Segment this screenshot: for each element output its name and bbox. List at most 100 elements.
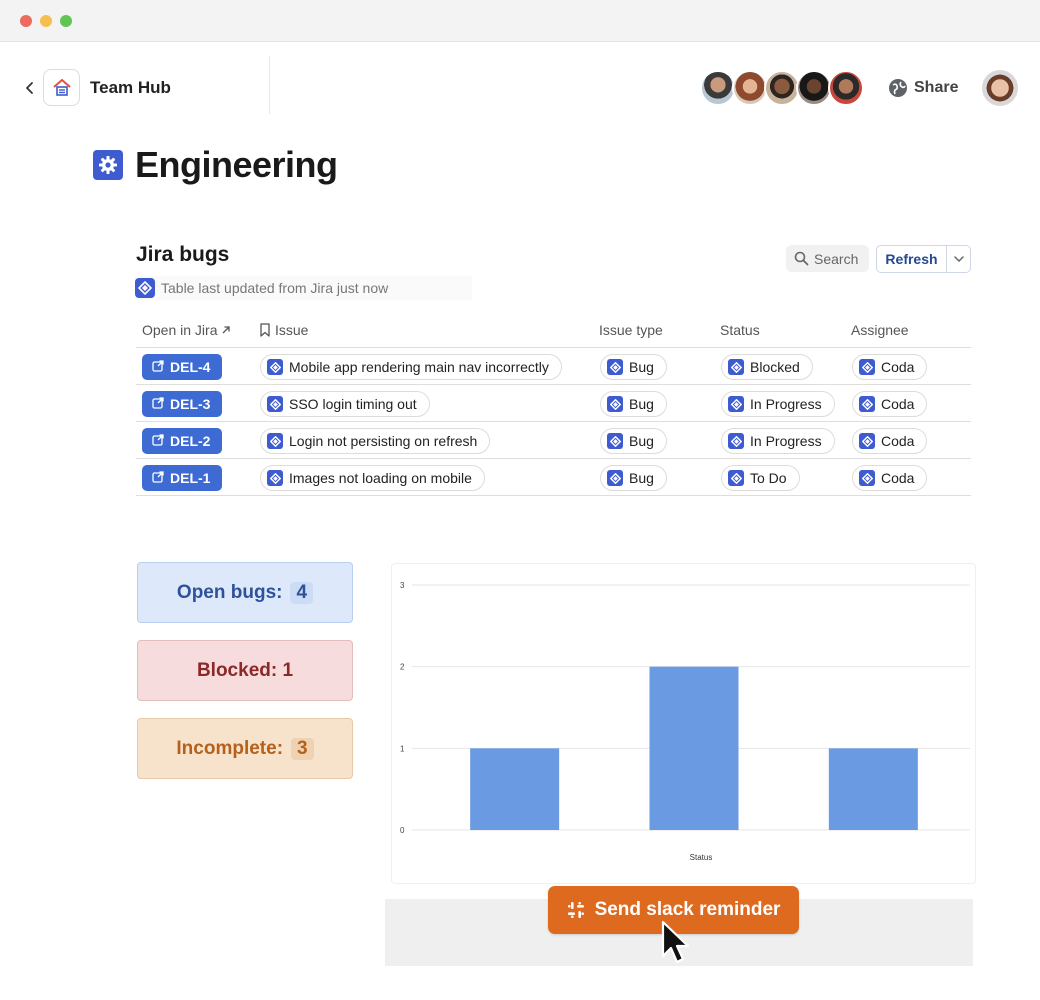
gear-icon[interactable] <box>93 150 123 180</box>
slack-icon <box>567 902 584 918</box>
status-pill[interactable]: In Progress <box>721 428 835 454</box>
incomplete-count: 3 <box>291 737 314 760</box>
issue-key-button[interactable]: DEL-2 <box>142 428 223 454</box>
table-row[interactable]: DEL-1 Images not loading on mobile Bug To D… <box>136 459 971 496</box>
issue-pill[interactable]: SSO login timing out <box>260 391 430 417</box>
jira-icon <box>607 470 623 486</box>
table-row[interactable]: DEL-2 Login not persisting on refresh Bug I… <box>136 422 971 459</box>
assignee-pill[interactable]: Coda <box>852 465 928 491</box>
issue-type-pill[interactable]: Bug <box>600 428 667 454</box>
issue-key-button[interactable]: DEL-3 <box>142 391 223 417</box>
status-pill[interactable]: To Do <box>721 465 800 491</box>
external-link-icon <box>152 359 164 375</box>
table-row[interactable]: DEL-4 Mobile app rendering main nav incor… <box>136 348 971 385</box>
issue-pill[interactable]: Mobile app rendering main nav incorrectl… <box>260 354 562 380</box>
refresh-button-group[interactable]: Refresh <box>876 245 971 273</box>
issue-type-pill-label: Bug <box>629 470 654 486</box>
doc-logo-icon[interactable] <box>43 69 80 106</box>
assignee-pill-label: Coda <box>881 396 915 412</box>
jira-icon <box>607 359 623 375</box>
assignee-pill-label: Coda <box>881 470 915 486</box>
assignee-pill-label: Coda <box>881 359 915 375</box>
maximize-window-button[interactable] <box>60 15 72 27</box>
jira-icon <box>607 433 623 449</box>
column-label: Issue <box>275 322 309 338</box>
y-tick-label: 0 <box>400 826 405 835</box>
column-header-assignee[interactable]: Assignee <box>851 322 909 338</box>
table-header: Open in Jira Issue Issue type Status Ass… <box>136 314 971 348</box>
issue-key-button[interactable]: DEL-1 <box>142 465 223 491</box>
bookmark-icon <box>260 323 270 337</box>
issue-key-button[interactable]: DEL-4 <box>142 354 223 380</box>
chevron-down-icon[interactable] <box>947 246 970 272</box>
jira-icon <box>859 396 875 412</box>
jira-icon <box>859 433 875 449</box>
jira-icon <box>728 433 744 449</box>
external-link-icon <box>152 470 164 486</box>
column-header-issue[interactable]: Issue <box>259 322 308 338</box>
column-label: Assignee <box>851 322 909 338</box>
external-link-icon <box>152 396 164 412</box>
issue-type-pill[interactable]: Bug <box>600 465 667 491</box>
avatar[interactable] <box>796 70 832 106</box>
search-button[interactable]: Search <box>786 245 869 272</box>
incomplete-label: Incomplete: <box>176 737 284 759</box>
column-label: Open in Jira <box>142 322 218 338</box>
issue-pill[interactable]: Login not persisting on refresh <box>260 428 491 454</box>
assignee-pill[interactable]: Coda <box>852 391 928 417</box>
column-label: Status <box>720 322 760 338</box>
y-tick-label: 2 <box>400 663 405 672</box>
issue-pill-label: Login not persisting on refresh <box>289 433 478 449</box>
issue-pill-label: Images not loading on mobile <box>289 470 472 486</box>
issue-type-pill[interactable]: Bug <box>600 391 667 417</box>
column-header-open-in-jira[interactable]: Open in Jira <box>142 322 231 338</box>
status-pill-label: To Do <box>750 470 787 486</box>
x-axis-label: Status <box>690 853 713 862</box>
blocked-label: Blocked: 1 <box>196 659 294 681</box>
page-title[interactable]: Engineering <box>135 144 338 186</box>
chart-bar[interactable] <box>828 748 918 830</box>
avatar[interactable] <box>732 70 768 106</box>
external-arrow-icon <box>223 326 231 334</box>
jira-icon <box>859 470 875 486</box>
mouse-cursor-icon <box>661 920 690 964</box>
assignee-pill[interactable]: Coda <box>852 428 928 454</box>
status-pill[interactable]: Blocked <box>721 354 813 380</box>
doc-name[interactable]: Team Hub <box>90 78 171 98</box>
jira-icon <box>267 470 283 486</box>
jira-icon <box>728 396 744 412</box>
close-window-button[interactable] <box>20 15 32 27</box>
issue-pill-label: SSO login timing out <box>289 396 417 412</box>
assignee-pill[interactable]: Coda <box>852 354 928 380</box>
back-chevron-icon[interactable] <box>22 78 38 98</box>
issue-type-pill-label: Bug <box>629 396 654 412</box>
status-pill[interactable]: In Progress <box>721 391 835 417</box>
table-body: DEL-4 Mobile app rendering main nav incor… <box>136 348 971 496</box>
globe-icon[interactable] <box>888 78 908 98</box>
chart-bar[interactable] <box>470 748 560 830</box>
column-header-issue-type[interactable]: Issue type <box>599 322 663 338</box>
avatar[interactable] <box>828 70 864 106</box>
avatar[interactable] <box>764 70 800 106</box>
column-header-status[interactable]: Status <box>720 322 760 338</box>
status-chart: 0 1 2 3 Status <box>391 563 976 884</box>
table-row[interactable]: DEL-3 SSO login timing out Bug In Progress C… <box>136 385 971 422</box>
chart-bar[interactable] <box>649 666 739 830</box>
avatar[interactable] <box>700 70 736 106</box>
blocked-stat: Blocked: 1 <box>137 640 353 701</box>
y-tick-label: 3 <box>400 581 405 590</box>
issue-key: DEL-2 <box>170 433 211 449</box>
jira-icon <box>135 278 155 298</box>
refresh-button[interactable]: Refresh <box>877 246 947 272</box>
issue-type-pill[interactable]: Bug <box>600 354 667 380</box>
current-user-avatar[interactable] <box>982 70 1018 106</box>
issue-pill[interactable]: Images not loading on mobile <box>260 465 485 491</box>
jira-table: Open in Jira Issue Issue type Status Ass… <box>136 314 971 496</box>
issue-pill-label: Mobile app rendering main nav incorrectl… <box>289 359 549 375</box>
share-button[interactable]: Share <box>914 79 958 97</box>
status-pill-label: Blocked <box>750 359 800 375</box>
bar-chart: 0 1 2 3 Status <box>400 581 970 862</box>
status-pill-label: In Progress <box>750 433 822 449</box>
minimize-window-button[interactable] <box>40 15 52 27</box>
issue-key: DEL-1 <box>170 470 211 486</box>
